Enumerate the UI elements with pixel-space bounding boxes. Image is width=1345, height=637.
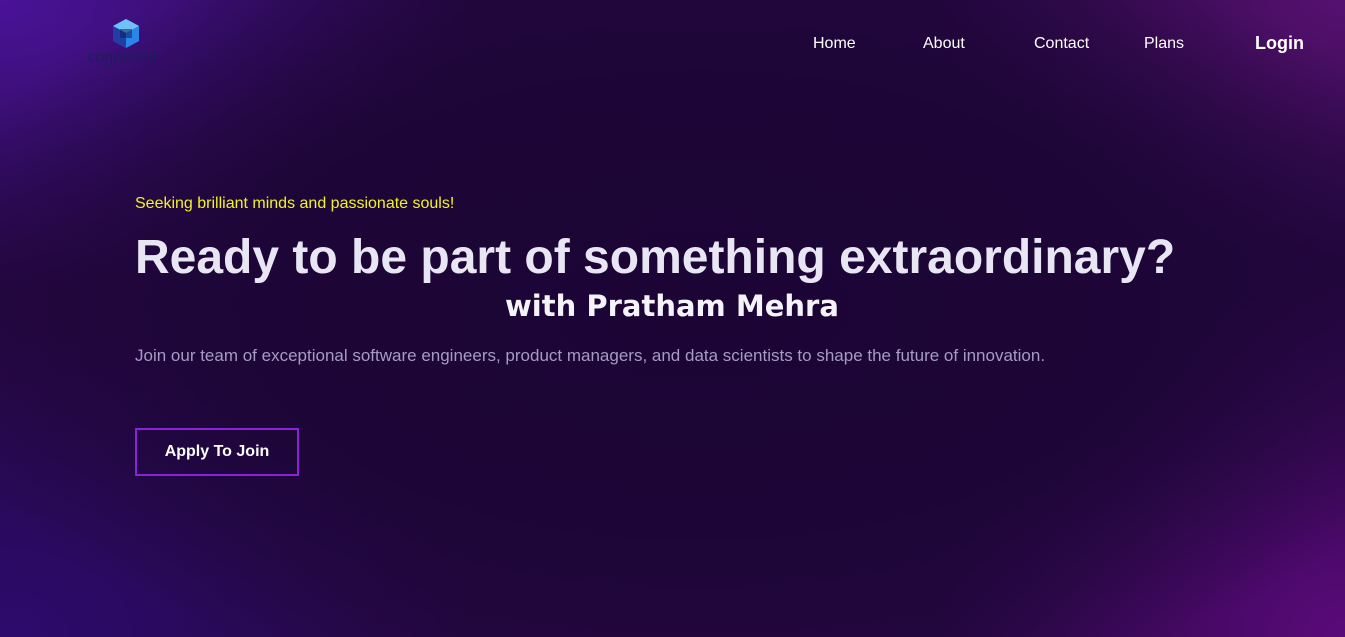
nav-home-link[interactable]: Home: [813, 35, 856, 53]
nav-plans-link[interactable]: Plans: [1144, 35, 1184, 53]
hero-description: Join our team of exceptional software en…: [135, 346, 1046, 365]
nav-contact-link[interactable]: Contact: [1034, 35, 1089, 53]
hero-subheadline: with Pratham Mehra: [505, 289, 839, 323]
apply-to-join-button[interactable]: Apply To Join: [135, 428, 299, 476]
main-nav: Home About Contact Plans Login: [0, 32, 1345, 56]
hero-tagline: Seeking brilliant minds and passionate s…: [135, 195, 455, 212]
nav-about-link[interactable]: About: [923, 35, 965, 53]
hero-headline: Ready to be part of something extraordin…: [135, 231, 1176, 284]
nav-login-link[interactable]: Login: [1255, 33, 1304, 54]
